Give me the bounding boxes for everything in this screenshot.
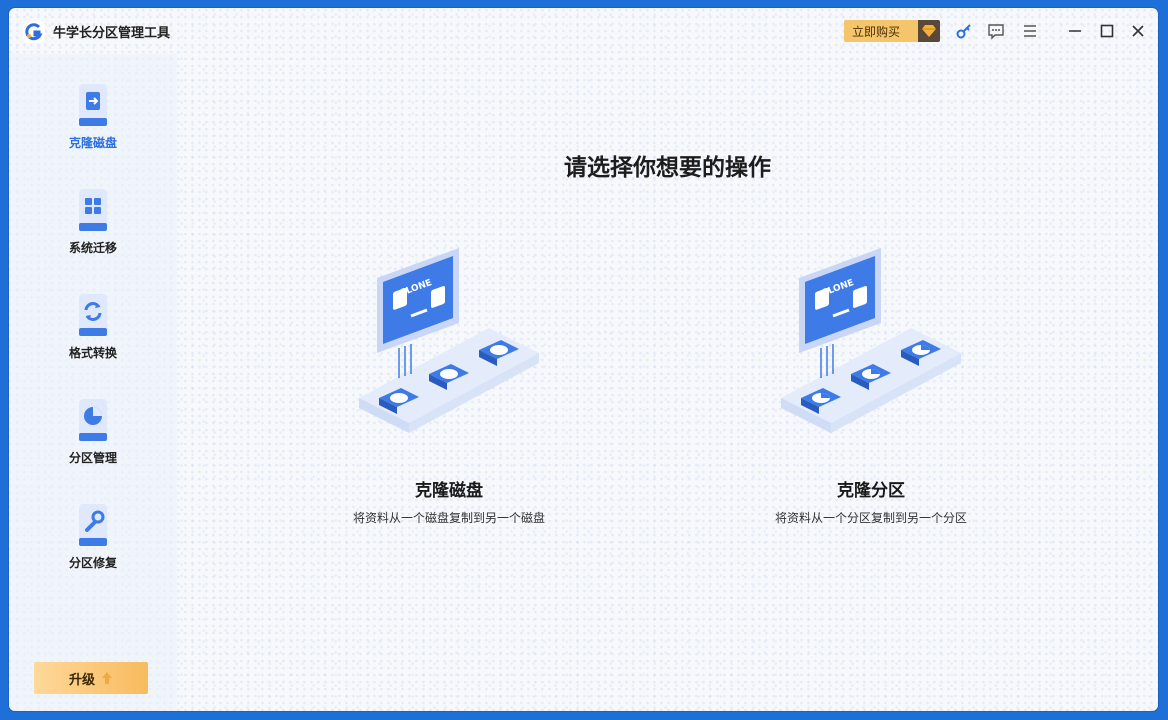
feedback-icon[interactable] [987,22,1005,40]
maximize-icon[interactable] [1098,22,1116,40]
upgrade-arrow-icon [102,672,112,684]
close-icon[interactable] [1129,22,1147,40]
menu-icon[interactable] [1021,22,1039,40]
upgrade-label: 升级 [68,672,95,688]
sidebar-item-label: 系统迁移 [68,241,117,255]
diamond-icon [918,20,940,42]
app-window: 牛学长分区管理工具 立即购买 克隆磁盘 系统迁移 格式转换 分区管理 分区修复 … [9,8,1158,711]
upgrade-button[interactable]: 升级 [34,662,148,694]
clone-partition-illustration: CLONE [781,248,961,433]
clone-disk-illustration: CLONE [359,248,539,433]
sidebar-item-label: 克隆磁盘 [68,136,117,150]
card-title: 克隆分区 [837,481,905,501]
format-convert-icon [79,294,107,336]
clone-disk-card[interactable]: CLONE 克隆磁盘 将资料从一个磁盘复制到另一个磁盘 [319,248,579,548]
clone-disk-icon [79,84,107,126]
card-description: 将资料从一个磁盘复制到另一个磁盘 [352,511,545,525]
app-title: 牛学长分区管理工具 [53,26,171,41]
clone-partition-card[interactable]: CLONE 克隆分区 将资料从一个分区复制到另一个分区 [741,248,1001,548]
sidebar-item-label: 分区管理 [68,451,117,465]
title-bar: 牛学长分区管理工具 立即购买 [9,8,1158,54]
minimize-icon[interactable] [1066,22,1084,40]
partition-manage-icon [79,399,107,441]
sidebar-item-partition-repair[interactable]: 分区修复 [9,496,177,586]
system-migrate-icon [79,189,107,231]
sidebar-item-label: 格式转换 [68,346,117,360]
key-icon[interactable] [954,22,972,40]
app-logo-icon [23,21,45,43]
sidebar-item-clone-disk[interactable]: 克隆磁盘 [9,76,177,166]
card-title: 克隆磁盘 [415,481,483,501]
card-description: 将资料从一个分区复制到另一个分区 [774,511,967,525]
buy-now-button[interactable]: 立即购买 [844,20,940,42]
sidebar-item-system-migrate[interactable]: 系统迁移 [9,181,177,271]
sidebar: 克隆磁盘 系统迁移 格式转换 分区管理 分区修复 [9,54,177,711]
sidebar-item-format-convert[interactable]: 格式转换 [9,286,177,376]
sidebar-item-label: 分区修复 [68,556,117,570]
buy-now-label: 立即购买 [852,24,901,39]
sidebar-item-partition-manage[interactable]: 分区管理 [9,391,177,481]
page-title: 请选择你想要的操作 [564,155,771,181]
partition-repair-icon [79,504,107,546]
